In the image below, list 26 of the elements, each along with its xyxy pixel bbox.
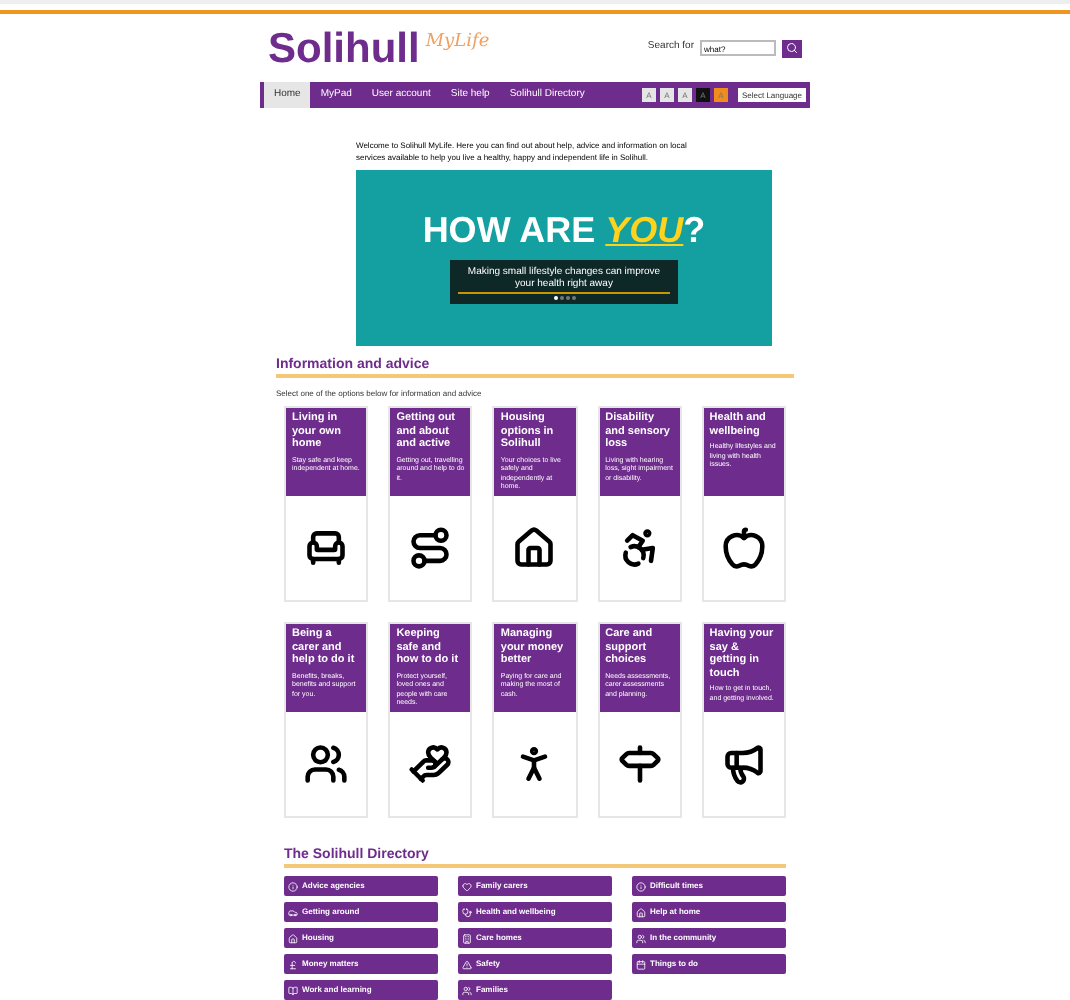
signpost-icon [617, 742, 662, 786]
pound-icon [288, 959, 298, 969]
heart-icon [462, 881, 472, 891]
route-icon [408, 526, 453, 570]
book-icon [288, 985, 298, 995]
car-icon [288, 907, 298, 917]
logo-script: MyLife [425, 30, 490, 56]
calendar-icon [636, 959, 646, 969]
apple-icon [721, 526, 766, 570]
search-icon [786, 42, 798, 54]
stethoscope-icon [462, 907, 472, 917]
people-icon [304, 742, 349, 786]
house-icon [288, 933, 298, 943]
warning-icon [462, 959, 472, 969]
search-button[interactable] [782, 39, 802, 57]
site-logo[interactable]: Solihull [268, 27, 420, 69]
building-icon [462, 933, 472, 943]
hands-icon [408, 742, 453, 786]
info-icon [288, 881, 298, 891]
house-icon [636, 907, 646, 917]
banner-headline: HOW ARE YOU? [422, 212, 706, 248]
info-icon [636, 881, 646, 891]
people-icon [636, 933, 646, 943]
house-icon [512, 526, 557, 570]
megaphone-icon [721, 742, 766, 786]
people-icon [462, 985, 472, 995]
